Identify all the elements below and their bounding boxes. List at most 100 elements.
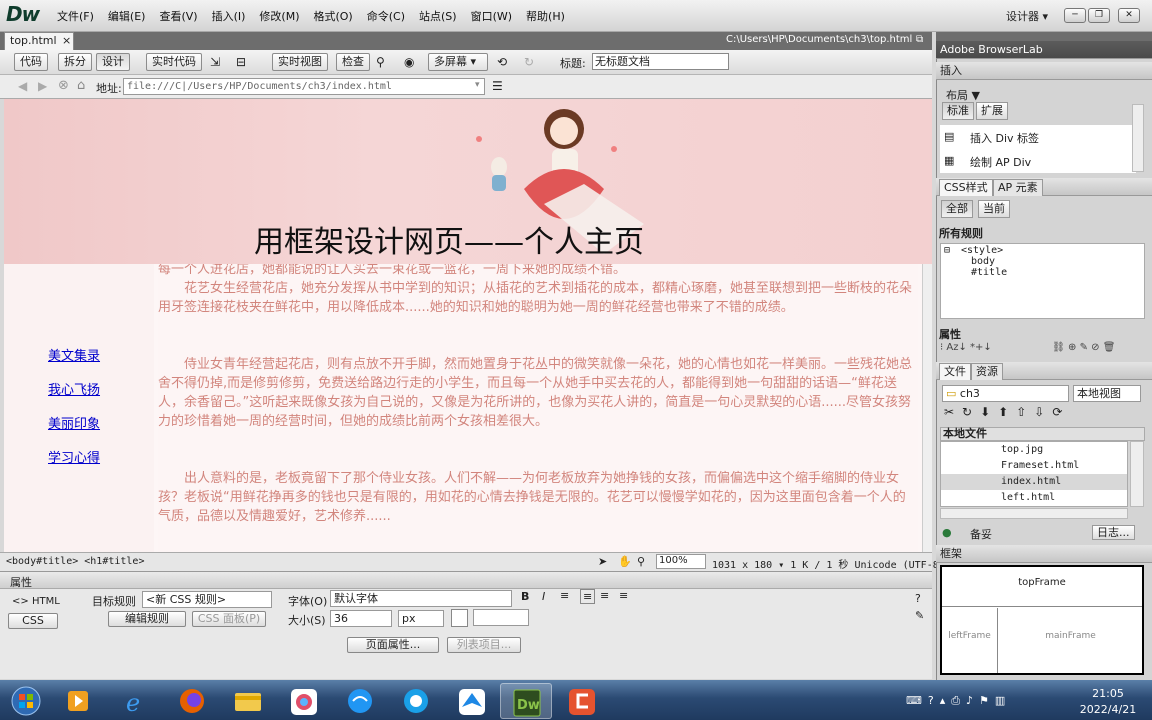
page-title-input[interactable]: 无标题文档 [592, 53, 729, 70]
draw-ap-div-item[interactable]: 绘制 AP Div [970, 154, 1031, 170]
ie-taskbar-icon[interactable]: e [110, 683, 162, 719]
align-right-icon[interactable]: ≡ [600, 589, 609, 602]
forward-icon[interactable]: ▶ [38, 79, 47, 93]
target-rule-select[interactable]: <新 CSS 规则> [142, 591, 272, 608]
file-toolbar-icons[interactable]: ✂↻⬇⬆⇧⇩⟳ [944, 405, 1070, 419]
menu-item-1[interactable]: 文件(F) [50, 8, 101, 24]
file-item[interactable]: top.jpg [941, 442, 1127, 458]
layout-category-select[interactable]: 布局 ▼ [946, 87, 980, 103]
align-left-icon[interactable]: ≡ [560, 589, 569, 602]
file-hscrollbar[interactable] [940, 508, 1128, 519]
assets-tab[interactable]: 资源 [971, 363, 1003, 380]
view-select[interactable]: 本地视图 [1073, 385, 1141, 402]
insert-scrollbar[interactable] [1132, 104, 1144, 172]
rule-title[interactable]: #title [971, 267, 1007, 278]
rule-style[interactable]: <style> [961, 245, 1003, 256]
current-rules-button[interactable]: 当前 [978, 200, 1010, 218]
file-item[interactable]: left.html [941, 490, 1127, 506]
browser-taskbar-icon[interactable] [390, 683, 442, 719]
workspace-switcher[interactable]: 设计器 ▾ [1006, 8, 1048, 24]
bird-taskbar-icon[interactable] [446, 683, 498, 719]
app-taskbar-icon[interactable] [278, 683, 330, 719]
close-tab-icon[interactable]: × [62, 33, 71, 49]
left-frame-box[interactable]: leftFrame [942, 608, 998, 673]
tag-selector[interactable]: <body#title> <h1#title> [6, 556, 144, 567]
system-tray-icons[interactable]: ⌨?▴⎙♪⚑▥ [906, 694, 1011, 708]
all-rules-button[interactable]: 全部 [941, 200, 973, 218]
css-styles-tab[interactable]: CSS样式 [939, 179, 993, 196]
maximize-button[interactable]: ❐ [1088, 8, 1110, 23]
bold-button[interactable]: B [521, 590, 529, 603]
menu-item-6[interactable]: 格式(O) [306, 8, 359, 24]
menu-item-5[interactable]: 修改(M) [252, 8, 306, 24]
multiscreen-button[interactable]: 多屏幕 ▾ [428, 53, 488, 71]
taskbar-clock[interactable]: 21:05 2022/4/21 [1078, 686, 1138, 718]
hand-tool-icon[interactable]: ✋ [618, 555, 632, 568]
menu-item-2[interactable]: 编辑(E) [101, 8, 153, 24]
refresh-icon[interactable]: ↻ [524, 55, 534, 69]
insert-header[interactable]: 插入 [936, 62, 1152, 80]
css-view-icons[interactable]: ⁝ Az↓ *+↓ ⛓ ⊕ ✎ ⊘ 🗑 [940, 342, 1146, 358]
chat-taskbar-icon[interactable] [334, 683, 386, 719]
back-icon[interactable]: ◀ [18, 79, 27, 93]
file-item[interactable]: index.html [941, 474, 1127, 490]
zoom-tool-icon[interactable]: ⚲ [637, 555, 645, 568]
menu-item-9[interactable]: 窗口(W) [464, 8, 519, 24]
minimize-button[interactable]: ─ [1064, 8, 1086, 23]
design-scrollbar[interactable] [922, 264, 932, 552]
inspect-button[interactable]: 检查 [336, 53, 370, 71]
css-mode-button[interactable]: CSS [8, 613, 58, 629]
browserlab-header[interactable]: Adobe BrowserLab [936, 41, 1152, 59]
nav-link-4[interactable]: 学习心得 [48, 447, 100, 466]
select-tool-icon[interactable]: ➤ [598, 555, 607, 568]
code-view-button[interactable]: 代码 [14, 53, 48, 71]
file-item[interactable]: Frameset.html [941, 458, 1127, 474]
list-item-button[interactable]: 列表项目... [447, 637, 521, 653]
css-panel-button[interactable]: CSS 面板(P) [192, 611, 266, 627]
debug-icon[interactable]: ⚲ [376, 55, 385, 69]
document-tab[interactable]: top.html × [4, 32, 74, 50]
help-icon[interactable]: ? [915, 592, 921, 605]
visual-aids-icon[interactable]: ⟲ [497, 55, 507, 69]
align-center-icon[interactable]: ≡ [580, 589, 596, 604]
file-management-icon[interactable]: ⊟ [236, 55, 246, 69]
close-button[interactable]: ✕ [1118, 8, 1140, 23]
menu-item-7[interactable]: 命令(C) [360, 8, 412, 24]
files-tab[interactable]: 文件 [939, 363, 971, 380]
menu-item-3[interactable]: 查看(V) [152, 8, 204, 24]
italic-button[interactable]: I [542, 590, 545, 603]
dreamweaver-taskbar-icon[interactable]: Dw [500, 683, 552, 719]
rule-body[interactable]: body [971, 256, 995, 267]
color-input[interactable] [473, 609, 529, 626]
menu-item-8[interactable]: 站点(S) [412, 8, 464, 24]
inspect-tools-icon[interactable]: ⇲ [210, 55, 220, 69]
ap-elements-tab[interactable]: AP 元素 [993, 179, 1043, 196]
color-picker[interactable] [451, 609, 468, 627]
html-mode-button[interactable]: <> HTML [12, 596, 60, 607]
file-scrollbar[interactable] [1130, 441, 1144, 507]
menu-item-10[interactable]: 帮助(H) [519, 8, 572, 24]
media-player-taskbar-icon[interactable] [52, 683, 104, 719]
start-button[interactable] [2, 683, 54, 719]
quick-tag-editor-icon[interactable]: ✎ [915, 609, 924, 622]
justify-icon[interactable]: ≡ [619, 589, 628, 602]
collapse-icon[interactable]: ⊟ [944, 245, 950, 256]
zoom-select[interactable]: 100% [656, 554, 706, 569]
design-view-button[interactable]: 设计 [96, 53, 130, 71]
recorder-taskbar-icon[interactable] [556, 683, 608, 719]
nav-link-1[interactable]: 美文集录 [48, 345, 100, 364]
edit-rule-button[interactable]: 编辑规则 [108, 611, 186, 627]
log-button[interactable]: 日志... [1092, 525, 1135, 540]
page-properties-button[interactable]: 页面属性... [347, 637, 439, 653]
firefox-taskbar-icon[interactable] [166, 683, 218, 719]
home-icon[interactable]: ⌂ [77, 78, 85, 93]
split-view-button[interactable]: 拆分 [58, 53, 92, 71]
unit-select[interactable]: px [398, 610, 444, 627]
extended-tab[interactable]: 扩展 [976, 102, 1008, 120]
font-select[interactable]: 默认字体 [330, 590, 512, 607]
frames-header[interactable]: 框架 [936, 545, 1152, 563]
live-view-button[interactable]: 实时视图 [272, 53, 328, 71]
nav-link-2[interactable]: 我心飞扬 [48, 379, 100, 398]
explorer-taskbar-icon[interactable] [222, 683, 274, 719]
browser-preview-icon[interactable]: ◉ [404, 55, 414, 69]
